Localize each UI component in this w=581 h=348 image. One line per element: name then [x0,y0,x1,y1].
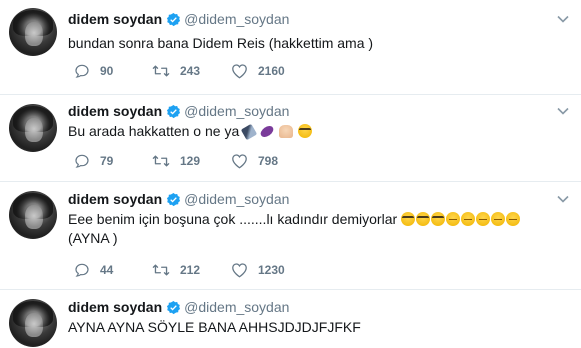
like-count: 2160 [258,64,285,78]
avatar[interactable] [9,104,57,152]
reply-button[interactable]: 79 [74,153,113,169]
tweet-text: Bu arada hakkatten o ne ya [68,122,568,141]
tweet-text-body: Bu arada hakkatten o ne ya [68,123,240,139]
tweet-text-body: bundan sonra bana Didem Reis (hakkettim … [68,35,374,51]
avatar[interactable] [9,191,57,239]
avatar[interactable] [9,8,57,56]
tweet-header: didem soydan @didem_soydan [68,10,289,28]
avatar[interactable] [9,299,57,347]
user-name[interactable]: didem soydan [68,299,162,315]
reply-button[interactable]: 44 [74,262,113,278]
retweet-button[interactable]: 212 [152,262,200,278]
user-handle[interactable]: @didem_soydan [184,11,289,27]
heart-icon [232,154,247,169]
reply-count: 79 [100,154,114,168]
reply-icon [75,154,89,168]
like-count: 798 [258,154,279,168]
tweet-text: AYNA AYNA SÖYLE BANA AHHSJDJDJFJFKF [68,318,568,337]
nerd-face-emoji-icon [416,212,431,226]
nerd-face-emoji-icon [431,212,446,226]
folded-hands-emoji-icon [278,125,293,138]
retweet-button[interactable]: 243 [152,63,200,79]
retweet-icon [152,155,170,167]
reply-count: 44 [100,263,114,277]
nerd-face-emoji-icon [401,212,416,226]
retweet-count: 243 [180,64,201,78]
tweet-header: didem soydan @didem_soydan [68,102,289,120]
tweet-text-body: Eee benim için boşuna çok .......lı kadı… [68,211,398,227]
relieved-face-emoji-icon [446,212,461,226]
tweet-text-line2: (AYNA ) [68,230,118,246]
verified-badge-icon [167,300,181,315]
user-name[interactable]: didem soydan [68,11,162,27]
relieved-face-emoji-icon [506,212,521,226]
nerd-face-emoji-icon [297,124,312,138]
like-button[interactable]: 2160 [231,63,285,79]
reply-icon [75,64,89,78]
chevron-down-icon[interactable] [557,195,569,203]
verified-badge-icon [167,12,181,27]
user-name[interactable]: didem soydan [68,103,162,119]
reply-icon [75,263,89,277]
tweet-header: didem soydan @didem_soydan [68,298,289,316]
chevron-down-icon[interactable] [557,107,569,115]
tweet[interactable]: didem soydan @didem_soydan Eee benim için… [0,182,581,287]
relieved-face-emoji-icon [491,212,506,226]
retweet-button[interactable]: 129 [152,153,200,169]
user-handle[interactable]: @didem_soydan [184,103,289,119]
tweet[interactable]: didem soydan @didem_soydan Bu arada hakka… [0,95,581,180]
heart-icon [232,263,247,278]
tweet[interactable]: didem soydan @didem_soydan bundan sonra b… [0,0,581,94]
verified-badge-icon [167,104,181,119]
reply-count: 90 [100,64,114,78]
tweet-timeline: didem soydan @didem_soydan bundan sonra b… [0,0,581,348]
tweet-header: didem soydan @didem_soydan [68,190,289,208]
relieved-face-emoji-icon [461,212,476,226]
like-count: 1230 [258,263,285,277]
retweet-icon [152,264,170,276]
user-name[interactable]: didem soydan [68,191,162,207]
heart-icon [232,64,247,79]
tweet-text: Eee benim için boşuna çok .......lı kadı… [68,210,568,248]
like-button[interactable]: 798 [231,153,278,169]
relieved-face-emoji-icon [476,212,491,226]
tweet[interactable]: didem soydan @didem_soydan AYNA AYNA SÖYL… [0,290,581,348]
eggplant-emoji-icon [258,123,276,140]
tweet-text: bundan sonra bana Didem Reis (hakkettim … [68,34,568,53]
verified-badge-icon [167,192,181,207]
reply-button[interactable]: 90 [74,63,113,79]
user-handle[interactable]: @didem_soydan [184,191,289,207]
like-button[interactable]: 1230 [231,262,285,278]
retweet-count: 212 [180,263,201,277]
retweet-icon [152,65,170,77]
flashlight-emoji-icon [240,123,258,141]
retweet-count: 129 [180,154,201,168]
user-handle[interactable]: @didem_soydan [184,299,289,315]
chevron-down-icon[interactable] [557,15,569,23]
tweet-text-body: AYNA AYNA SÖYLE BANA AHHSJDJDJFJFKF [68,319,361,335]
